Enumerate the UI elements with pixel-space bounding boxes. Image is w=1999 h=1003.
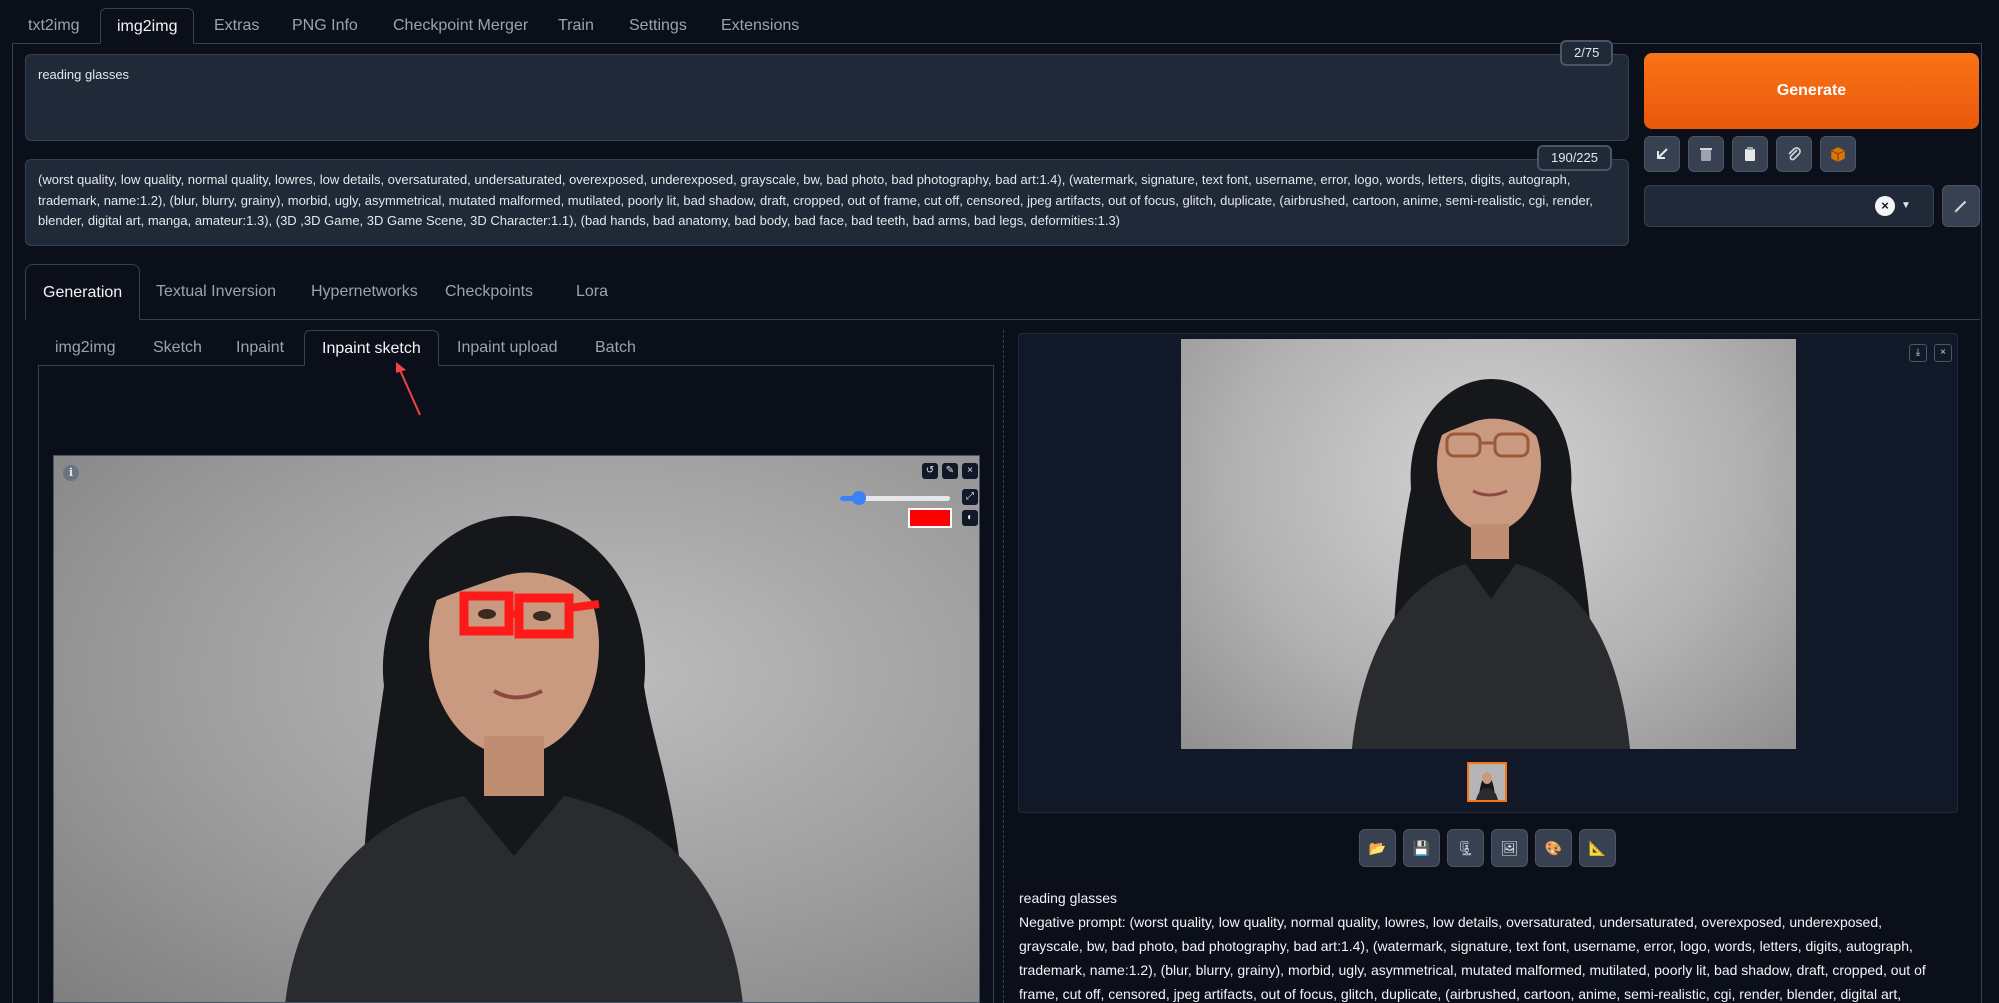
save-icon: 💾 <box>1412 839 1431 856</box>
pencil-icon <box>1954 200 1967 213</box>
palette-icon: 🎨 <box>1544 839 1563 856</box>
tab-hypernetworks[interactable]: Hypernetworks <box>294 264 435 320</box>
tab-train[interactable]: Train <box>542 8 610 44</box>
tab-img2img-mode[interactable]: img2img <box>38 330 132 366</box>
generation-tab-bar: Generation Textual Inversion Hypernetwor… <box>25 264 1980 320</box>
output-prompt-text: reading glasses <box>1019 890 1118 906</box>
generate-button[interactable]: Generate <box>1644 53 1979 129</box>
panel-divider <box>1003 330 1004 1003</box>
tab-extensions[interactable]: Extensions <box>705 8 815 44</box>
zip-button[interactable]: 🗜 <box>1447 829 1484 867</box>
tab-generation[interactable]: Generation <box>25 264 141 320</box>
tab-inpaint-upload[interactable]: Inpaint upload <box>440 330 575 366</box>
annotation-arrow <box>396 362 421 416</box>
woman-photo <box>285 516 743 1002</box>
image-icon: 🖼 <box>1500 839 1519 856</box>
send-to-img2img-button[interactable]: 🖼 <box>1491 829 1528 867</box>
download-icon[interactable]: ⤓ <box>1909 344 1927 362</box>
img2img-mode-tab-bar: img2img Sketch Inpaint Inpaint sketch In… <box>38 330 994 366</box>
tab-checkpoints[interactable]: Checkpoints <box>428 264 550 320</box>
tab-extras[interactable]: Extras <box>198 8 275 44</box>
output-woman-photo <box>1352 379 1630 749</box>
tab-settings[interactable]: Settings <box>613 8 703 44</box>
tab-textual-inversion[interactable]: Textual Inversion <box>139 264 293 320</box>
generation-info: reading glasses Negative prompt: (worst … <box>1019 886 1949 1003</box>
box-icon <box>1830 147 1846 162</box>
arrow-icon <box>1657 148 1668 159</box>
save-style-button[interactable] <box>1820 136 1856 172</box>
paperclip-icon <box>1788 147 1801 161</box>
zip-icon: 🗜 <box>1456 839 1475 856</box>
prompt-token-counter: 2/75 <box>1560 40 1614 66</box>
tab-img2img[interactable]: img2img <box>100 8 195 44</box>
chevron-down-icon[interactable]: ▼ <box>1901 196 1911 216</box>
tab-inpaint[interactable]: Inpaint <box>219 330 301 366</box>
tab-txt2img[interactable]: txt2img <box>12 8 96 44</box>
tab-lora[interactable]: Lora <box>559 264 625 320</box>
clear-styles-icon[interactable]: × <box>1875 196 1895 216</box>
open-folder-button[interactable]: 📂 <box>1359 829 1396 867</box>
tab-sketch[interactable]: Sketch <box>136 330 219 366</box>
tab-png-info[interactable]: PNG Info <box>276 8 374 44</box>
send-to-extras-button[interactable]: 📐 <box>1579 829 1616 867</box>
clear-prompt-button[interactable] <box>1688 136 1724 172</box>
tab-batch[interactable]: Batch <box>578 330 653 366</box>
apply-style-button[interactable] <box>1732 136 1768 172</box>
output-thumbnail[interactable] <box>1467 762 1507 802</box>
trash-icon <box>1700 148 1712 161</box>
thumbnail-woman <box>1469 764 1505 800</box>
ruler-icon: 📐 <box>1588 839 1607 856</box>
prompt-input[interactable]: reading glasses <box>25 54 1629 141</box>
close-output-icon[interactable]: × <box>1934 344 1952 362</box>
edit-styles-button[interactable] <box>1942 185 1980 227</box>
save-button[interactable]: 💾 <box>1403 829 1440 867</box>
send-to-inpaint-button[interactable]: 🎨 <box>1535 829 1572 867</box>
sketch-canvas[interactable]: i ↺ ✎ × ⤢ ◐ <box>53 455 980 1003</box>
read-params-button[interactable] <box>1644 136 1680 172</box>
extra-networks-button[interactable] <box>1776 136 1812 172</box>
top-tab-bar: txt2img img2img Extras PNG Info Checkpoi… <box>12 8 1982 44</box>
tab-checkpoint-merger[interactable]: Checkpoint Merger <box>377 8 544 44</box>
folder-icon: 📂 <box>1368 839 1387 856</box>
output-image[interactable] <box>1181 339 1796 749</box>
output-negative-prompt-text: Negative prompt: (worst quality, low qua… <box>1019 914 1926 1002</box>
clipboard-icon <box>1745 147 1755 161</box>
negative-prompt-token-counter: 190/225 <box>1537 145 1612 171</box>
negative-prompt-input[interactable]: (worst quality, low quality, normal qual… <box>25 159 1629 246</box>
